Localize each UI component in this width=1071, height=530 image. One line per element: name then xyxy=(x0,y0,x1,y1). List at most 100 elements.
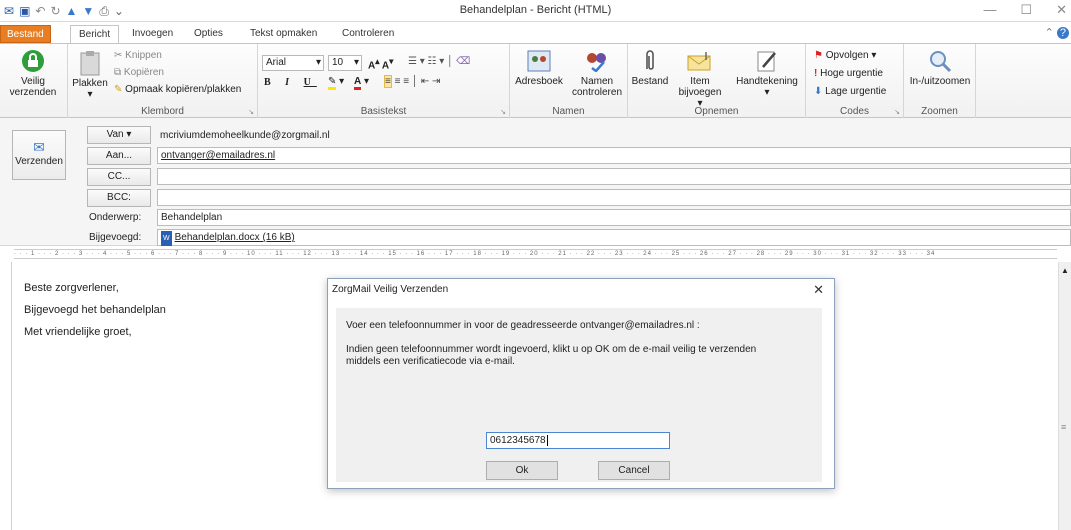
zoom-group-label: Zoomen xyxy=(921,106,958,117)
ribbon-tabs: Bestand Bericht Invoegen Opties Tekst op… xyxy=(0,22,1071,44)
low-importance-button[interactable]: ⬇ Lage urgentie xyxy=(814,86,886,97)
dialog-prompt: Voer een telefoonnummer in voor de geadr… xyxy=(346,320,700,331)
close-icon[interactable]: ✕ xyxy=(813,282,824,298)
envelope-attach-icon xyxy=(687,48,713,74)
check-names-button[interactable]: Namen controleren xyxy=(568,48,626,98)
dialog-panel: Voer een telefoonnummer in voor de geadr… xyxy=(336,308,822,482)
paperclip-icon xyxy=(637,48,663,74)
send-envelope-icon: ✉ xyxy=(33,139,45,155)
scroll-thumb-icon[interactable]: ≡ xyxy=(1061,422,1066,432)
dialog-launcher-icon[interactable]: ↘ xyxy=(248,108,254,116)
highlight-color-button[interactable]: ✎ ▾ xyxy=(328,76,344,90)
lock-icon xyxy=(20,48,46,74)
title-bar: ✉ ▣ ↶ ↻ ▲ ▼ ⎙ ⌄ Behandelplan - Bericht (… xyxy=(0,0,1071,22)
format-painter-button[interactable]: ✎ Opmaak kopiëren/plakken xyxy=(114,84,241,95)
clear-format-icon[interactable]: ⌫ xyxy=(456,56,470,67)
bold-italic-underline[interactable]: B I U xyxy=(264,77,317,88)
tags-group-label: Codes xyxy=(840,106,869,117)
dialog-launcher-icon[interactable]: ↘ xyxy=(894,108,900,116)
grow-shrink-font[interactable]: A▴ A▾ xyxy=(368,56,393,71)
collapse-ribbon-icon[interactable]: ⌃ xyxy=(1045,27,1054,39)
names-group: Adresboek Namen controleren Namen xyxy=(510,44,628,118)
vertical-scrollbar[interactable]: ▲ ≡ xyxy=(1058,262,1071,530)
zoom-button[interactable]: In-/uitzoomen xyxy=(906,48,974,87)
font-color-button[interactable]: A ▾ xyxy=(354,76,369,90)
dialog-title: ZorgMail Veilig Verzenden xyxy=(328,279,834,301)
include-group: Bestand Item bijvoegen ▾ Handtekening ▾ O… xyxy=(628,44,806,118)
window-title: Behandelplan - Bericht (HTML) xyxy=(459,4,612,16)
address-book-button[interactable]: Adresboek xyxy=(512,48,566,87)
attach-file-button[interactable]: Bestand xyxy=(630,48,670,87)
magnifier-icon xyxy=(927,48,953,74)
cut-button[interactable]: ✂ Knippen xyxy=(114,50,162,61)
basic-text-group: Arial ▾ 10 ▾ A▴ A▾ ☰ ▾ ☷ ▾ │ ⌫ B I U ✎ ▾ A… xyxy=(258,44,510,118)
scroll-up-icon[interactable]: ▲ xyxy=(1061,266,1069,275)
attachment-item[interactable]: W Behandelplan.docx (16 kB) xyxy=(161,231,295,246)
secure-send-button[interactable]: Veilig verzenden xyxy=(4,48,62,98)
secure-send-group: Veilig verzenden xyxy=(0,44,68,118)
bcc-field[interactable] xyxy=(157,189,1071,206)
tab-options[interactable]: Opties xyxy=(186,25,231,43)
follow-up-button[interactable]: ⚑ Opvolgen ▾ xyxy=(814,50,876,61)
font-name-select[interactable]: Arial ▾ xyxy=(262,55,324,71)
copy-icon: ⧉ xyxy=(114,67,124,78)
attached-field: W Behandelplan.docx (16 kB) xyxy=(157,229,1071,246)
to-field[interactable]: ontvanger@emailadres.nl xyxy=(157,147,1071,164)
check-names-icon xyxy=(584,48,610,74)
from-button[interactable]: Van ▾ xyxy=(87,126,151,144)
font-size-select[interactable]: 10 ▾ xyxy=(328,55,362,71)
dropdown-icon: ▾ xyxy=(353,57,359,68)
ruler: · · · 1 · · · 2 · · · 3 · · · 4 · · · 5 … xyxy=(14,249,1057,259)
scissors-icon: ✂ xyxy=(114,50,126,61)
body-line-2[interactable]: Bijgevoegd het behandelplan xyxy=(24,304,166,316)
body-line-3[interactable]: Met vriendelijke groet, xyxy=(24,326,132,338)
signature-icon xyxy=(754,48,780,74)
tab-message[interactable]: Bericht xyxy=(70,25,120,43)
paste-dropdown-icon[interactable]: ▾ xyxy=(87,89,92,100)
ribbon: Veilig verzenden Plakken ▾ ✂ Knippen ⧉ Ko… xyxy=(0,43,1071,118)
minimize-icon[interactable]: — xyxy=(983,2,996,18)
alignment-buttons[interactable]: ≡ ≡ ≡ │ ⇤ ⇥ xyxy=(384,75,440,88)
tab-insert[interactable]: Invoegen xyxy=(124,25,181,43)
ok-button[interactable]: Ok xyxy=(486,461,558,480)
clipboard-icon xyxy=(77,50,103,76)
list-buttons[interactable]: ☰ ▾ ☷ ▾ │ ⌫ xyxy=(408,56,470,67)
zoom-group: In-/uitzoomen Zoomen xyxy=(904,44,976,118)
dialog-info: Indien geen telefoonnummer wordt ingevoe… xyxy=(346,344,757,367)
help-icon[interactable]: ? xyxy=(1056,27,1069,39)
attach-item-button[interactable]: Item bijvoegen ▾ xyxy=(672,48,728,109)
include-group-label: Opnemen xyxy=(694,106,739,117)
to-button[interactable]: Aan... xyxy=(87,147,151,165)
clipboard-group: Plakken ▾ ✂ Knippen ⧉ Kopiëren ✎ Opmaak k… xyxy=(68,44,258,118)
subject-label: Onderwerp: xyxy=(89,212,142,223)
tab-format-text[interactable]: Tekst opmaken xyxy=(242,25,325,43)
close-window-icon[interactable]: ✕ xyxy=(1056,2,1067,18)
body-line-1[interactable]: Beste zorgverlener, xyxy=(24,282,119,294)
cc-field[interactable] xyxy=(157,168,1071,185)
paste-button[interactable]: Plakken ▾ xyxy=(70,50,110,100)
tab-file[interactable]: Bestand xyxy=(0,25,51,43)
secure-send-dialog: ZorgMail Veilig Verzenden ✕ Voer een tel… xyxy=(327,278,835,489)
left-margin-line xyxy=(11,262,12,530)
down-arrow-icon: ⬇ xyxy=(814,86,826,97)
copy-button[interactable]: ⧉ Kopiëren xyxy=(114,67,164,78)
attached-label: Bijgevoegd: xyxy=(89,232,142,243)
tab-review[interactable]: Controleren xyxy=(334,25,402,43)
maximize-icon[interactable]: ☐ xyxy=(1020,2,1032,18)
high-importance-button[interactable]: ! Hoge urgentie xyxy=(814,68,883,79)
clipboard-group-label: Klembord xyxy=(141,106,184,117)
send-button[interactable]: ✉ Verzenden xyxy=(12,130,66,180)
cc-button[interactable]: CC... xyxy=(87,168,151,186)
cancel-button[interactable]: Cancel xyxy=(598,461,670,480)
bcc-button[interactable]: BCC: xyxy=(87,189,151,207)
dropdown-icon: ▾ xyxy=(315,57,321,68)
brush-icon: ✎ xyxy=(114,84,126,95)
from-value: mcriviumdemoheelkunde@zorgmail.nl xyxy=(160,130,330,141)
signature-button[interactable]: Handtekening ▾ xyxy=(730,48,804,98)
dialog-launcher-icon[interactable]: ↘ xyxy=(500,108,506,116)
tags-group: ⚑ Opvolgen ▾ ! Hoge urgentie ⬇ Lage urge… xyxy=(806,44,904,118)
address-book-icon xyxy=(526,48,552,74)
basic-text-group-label: Basistekst xyxy=(360,106,407,117)
phone-number-input[interactable]: 0612345678 xyxy=(486,432,670,449)
subject-field[interactable]: Behandelplan xyxy=(157,209,1071,226)
